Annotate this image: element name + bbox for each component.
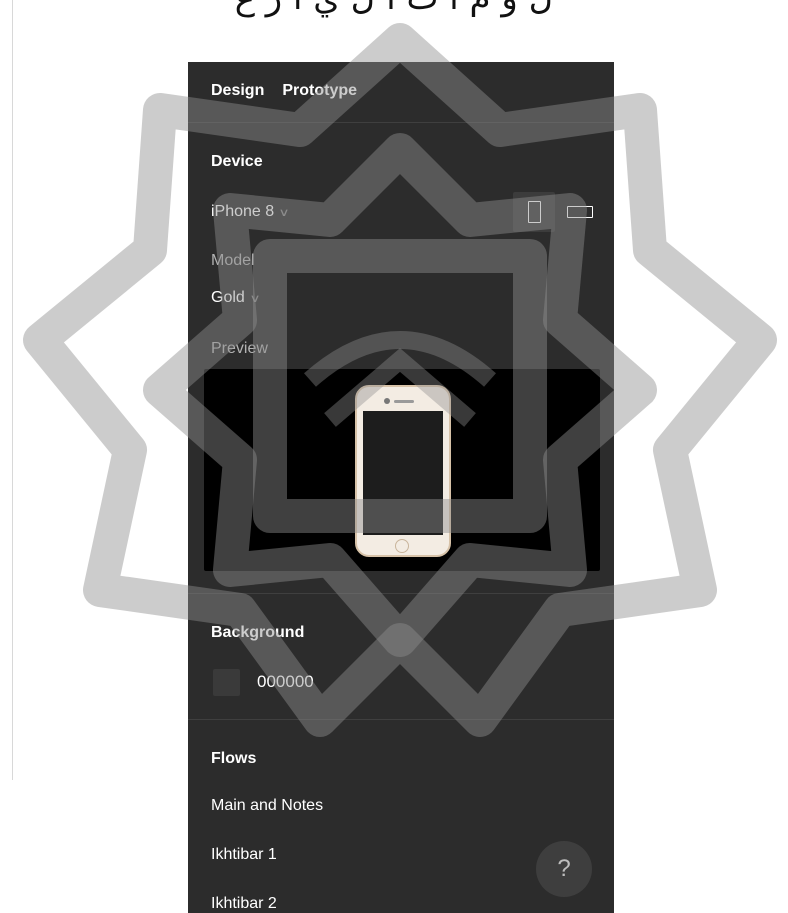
prototype-settings-panel: Design Prototype Device iPhone 8 ∨ Model… <box>188 62 614 913</box>
phone-home-button <box>395 539 409 553</box>
panel-tabs: Design Prototype <box>211 82 357 100</box>
left-divider-line <box>12 0 13 780</box>
model-select-value: Gold <box>211 289 245 306</box>
portrait-orientation-button[interactable] <box>513 192 555 232</box>
background-section-title: Background <box>211 624 305 641</box>
page-top-text: ل و م ا ت ا ل ي ا ر ع <box>0 0 788 18</box>
background-color-hex[interactable]: 000000 <box>257 672 314 692</box>
divider <box>188 122 614 123</box>
model-select[interactable]: Gold ∨ <box>211 289 261 307</box>
flow-item-ikhtibar-2[interactable]: Ikhtibar 2 <box>211 895 277 913</box>
landscape-orientation-icon <box>567 206 593 218</box>
portrait-orientation-icon <box>528 201 541 223</box>
flow-item-ikhtibar-1[interactable]: Ikhtibar 1 <box>211 846 277 864</box>
phone-camera <box>384 398 390 404</box>
flows-section-title: Flows <box>211 750 257 767</box>
divider <box>188 719 614 720</box>
phone-speaker <box>394 400 414 403</box>
phone-screen <box>363 411 443 535</box>
chevron-down-icon: ∨ <box>249 292 261 305</box>
tab-design[interactable]: Design <box>211 82 264 100</box>
preview-label: Preview <box>211 340 268 357</box>
device-section-title: Device <box>211 153 263 170</box>
help-button[interactable]: ? <box>536 841 592 897</box>
phone-icon <box>355 385 451 557</box>
landscape-orientation-button[interactable] <box>563 192 599 232</box>
model-label: Model <box>211 252 255 269</box>
flow-item-main-and-notes[interactable]: Main and Notes <box>211 797 323 815</box>
device-select[interactable]: iPhone 8 ∨ <box>211 203 290 221</box>
tab-prototype[interactable]: Prototype <box>282 82 357 100</box>
divider <box>188 593 614 594</box>
background-color-swatch[interactable] <box>213 669 240 696</box>
device-select-value: iPhone 8 <box>211 203 275 220</box>
chevron-down-icon: ∨ <box>278 206 290 219</box>
